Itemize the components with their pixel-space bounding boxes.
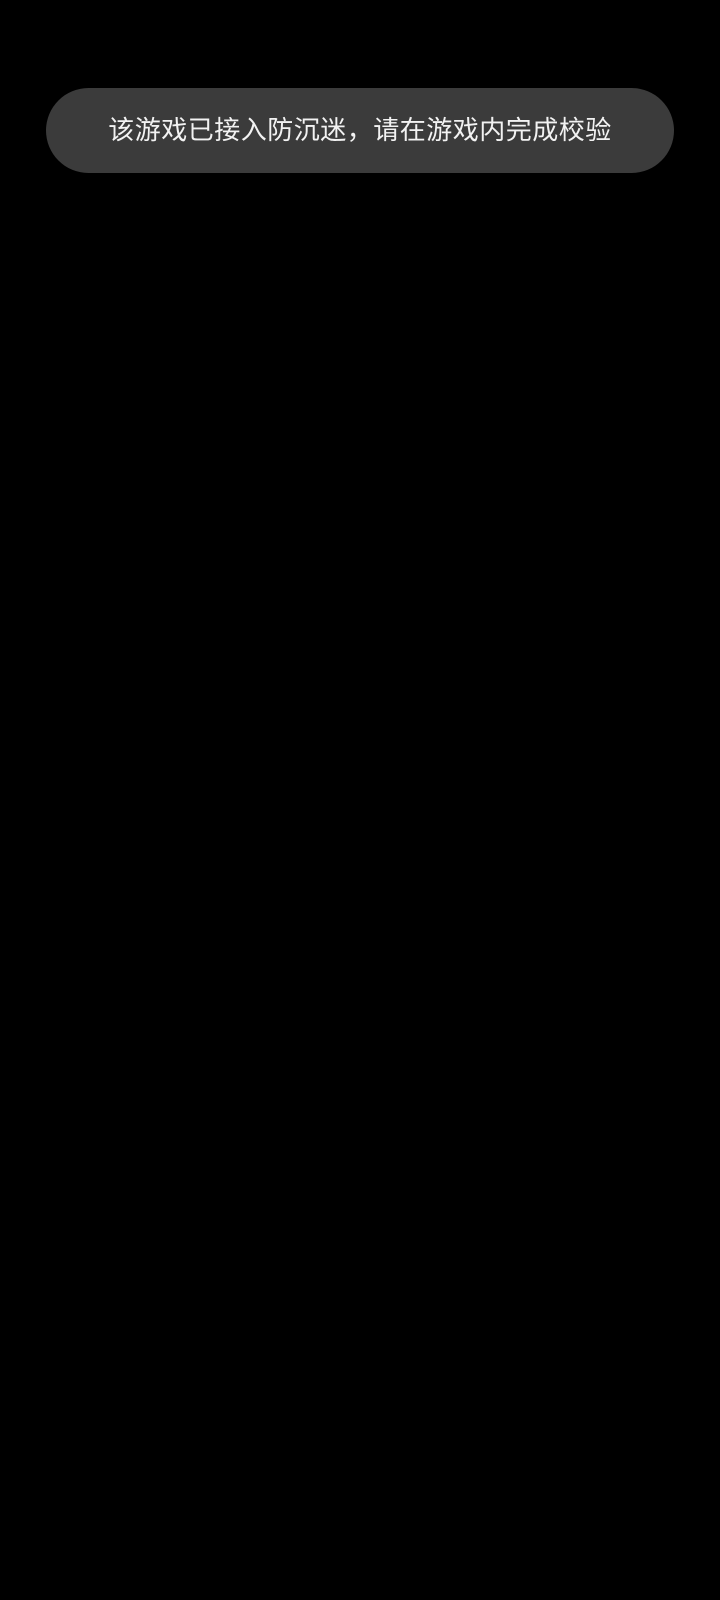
anti-addiction-toast: 该游戏已接入防沉迷，请在游戏内完成校验 [46, 88, 674, 173]
game-loading-screen: 该游戏已接入防沉迷，请在游戏内完成校验 [0, 0, 720, 1600]
toast-message: 该游戏已接入防沉迷，请在游戏内完成校验 [108, 115, 612, 146]
